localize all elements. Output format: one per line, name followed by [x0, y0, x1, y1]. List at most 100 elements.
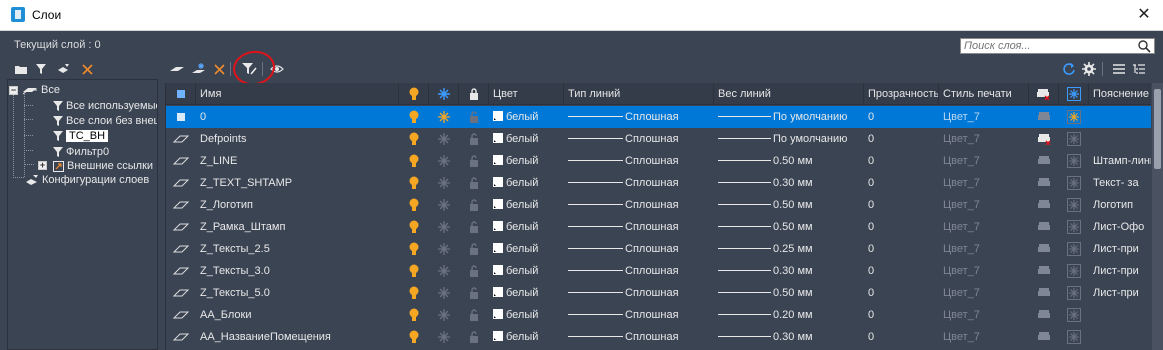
- layer-color[interactable]: белый: [489, 304, 564, 326]
- table-row[interactable]: Z_Рамка_Штамп белый Сплошная 0.50 мм 0 Цвет_7…: [166, 216, 1151, 238]
- new-vp-freeze-icon[interactable]: [1059, 194, 1089, 216]
- new-property-filter-icon[interactable]: [12, 60, 30, 78]
- new-layer-icon[interactable]: [168, 60, 186, 78]
- thaw-sun-icon[interactable]: [429, 260, 459, 282]
- layer-description[interactable]: [1089, 128, 1151, 150]
- layer-name[interactable]: Z_Рамка_Штамп: [196, 216, 399, 238]
- thaw-sun-icon[interactable]: [429, 238, 459, 260]
- layer-name[interactable]: Z_Логотип: [196, 194, 399, 216]
- unlock-icon[interactable]: [459, 172, 489, 194]
- layer-status-icon[interactable]: [166, 216, 196, 238]
- layer-plotstyle[interactable]: Цвет_7: [939, 106, 1029, 128]
- close-icon[interactable]: ✕: [1135, 5, 1153, 25]
- layer-transparency[interactable]: 0: [864, 260, 939, 282]
- new-vp-freeze-icon[interactable]: [1059, 304, 1089, 326]
- new-vp-freeze-icon[interactable]: [1059, 106, 1089, 128]
- column-header-transparency[interactable]: Прозрачность: [864, 83, 939, 105]
- layer-linetype[interactable]: Сплошная: [564, 150, 714, 172]
- layer-lineweight[interactable]: 0.50 мм: [714, 216, 864, 238]
- layer-name[interactable]: Z_Тексты_5.0: [196, 282, 399, 304]
- layer-name[interactable]: Z_LINE: [196, 150, 399, 172]
- bulb-on-icon[interactable]: [399, 150, 429, 172]
- thaw-sun-icon[interactable]: [429, 150, 459, 172]
- layer-status-icon[interactable]: [166, 172, 196, 194]
- table-row[interactable]: Z_TEXT_SHTAMP белый Сплошная 0.30 мм 0 Цвет_7…: [166, 172, 1151, 194]
- column-header-on[interactable]: [399, 83, 429, 105]
- layer-linetype[interactable]: Сплошная: [564, 326, 714, 348]
- column-header-description[interactable]: Пояснение: [1089, 83, 1151, 105]
- plot-printer-icon[interactable]: [1029, 128, 1059, 150]
- layer-lineweight[interactable]: 0.50 мм: [714, 194, 864, 216]
- layer-linetype[interactable]: Сплошная: [564, 282, 714, 304]
- new-vp-freeze-icon[interactable]: [1059, 282, 1089, 304]
- layer-transparency[interactable]: 0: [864, 282, 939, 304]
- plot-printer-icon[interactable]: [1029, 172, 1059, 194]
- bulb-on-icon[interactable]: [399, 172, 429, 194]
- plot-printer-icon[interactable]: [1029, 194, 1059, 216]
- thaw-sun-icon[interactable]: [429, 194, 459, 216]
- table-row[interactable]: Z_Тексты_2.5 белый Сплошная 0.25 мм 0 Цвет_7 Л…: [166, 238, 1151, 260]
- layer-search[interactable]: [960, 38, 1155, 54]
- column-header-name[interactable]: Имя: [196, 83, 399, 105]
- tree-node-all-used[interactable]: Все используемые слои: [53, 99, 157, 113]
- layer-description[interactable]: Лист-Офо: [1089, 216, 1151, 238]
- table-row[interactable]: Z_LINE белый Сплошная 0.50 мм 0 Цвет_7 Штамп-л…: [166, 150, 1151, 172]
- layer-plotstyle[interactable]: Цвет_7: [939, 304, 1029, 326]
- layer-linetype[interactable]: Сплошная: [564, 260, 714, 282]
- layer-plotstyle[interactable]: Цвет_7: [939, 238, 1029, 260]
- layer-transparency[interactable]: 0: [864, 326, 939, 348]
- layer-lineweight[interactable]: 0.30 мм: [714, 172, 864, 194]
- set-current-filter-icon[interactable]: [240, 60, 258, 78]
- new-vp-freeze-icon[interactable]: [1059, 150, 1089, 172]
- layer-color[interactable]: белый: [489, 172, 564, 194]
- tree-view-icon[interactable]: [1130, 60, 1148, 78]
- column-header-color[interactable]: Цвет: [489, 83, 564, 105]
- layer-name[interactable]: Z_TEXT_SHTAMP: [196, 172, 399, 194]
- layer-lineweight[interactable]: 0.50 мм: [714, 282, 864, 304]
- column-header-plotstyle[interactable]: Стиль печати: [939, 83, 1029, 105]
- thaw-sun-icon[interactable]: [429, 128, 459, 150]
- table-row[interactable]: АА_НазваниеПомещения белый Сплошная 0.30 мм…: [166, 326, 1151, 348]
- layer-status-icon[interactable]: [166, 282, 196, 304]
- bulb-on-icon[interactable]: [399, 260, 429, 282]
- bulb-on-icon[interactable]: [399, 238, 429, 260]
- new-vp-freeze-icon[interactable]: [1059, 216, 1089, 238]
- plot-printer-icon[interactable]: [1029, 150, 1059, 172]
- settings-gear-icon[interactable]: [1080, 60, 1098, 78]
- isolate-layer-icon[interactable]: [268, 60, 286, 78]
- plot-printer-icon[interactable]: [1029, 106, 1059, 128]
- layer-description[interactable]: [1089, 304, 1151, 326]
- new-vp-freeze-icon[interactable]: [1059, 326, 1089, 348]
- layer-lineweight[interactable]: 0.30 мм: [714, 326, 864, 348]
- thaw-sun-icon[interactable]: [429, 282, 459, 304]
- bulb-on-icon[interactable]: [399, 304, 429, 326]
- layer-transparency[interactable]: 0: [864, 106, 939, 128]
- layer-status-icon[interactable]: [166, 326, 196, 348]
- layer-status-icon[interactable]: [166, 106, 196, 128]
- unlock-icon[interactable]: [459, 106, 489, 128]
- thaw-sun-icon[interactable]: [429, 172, 459, 194]
- new-layer-vp-frozen-icon[interactable]: [190, 60, 208, 78]
- thaw-sun-icon[interactable]: [429, 304, 459, 326]
- layer-status-icon[interactable]: [166, 304, 196, 326]
- scrollbar-thumb[interactable]: [1154, 89, 1161, 169]
- tree-node-configs[interactable]: Конфигурации слоев: [25, 173, 149, 187]
- layer-plotstyle[interactable]: Цвет_7: [939, 216, 1029, 238]
- plot-printer-icon[interactable]: [1029, 238, 1059, 260]
- layer-transparency[interactable]: 0: [864, 128, 939, 150]
- layer-lineweight[interactable]: По умолчанию: [714, 128, 864, 150]
- layer-plotstyle[interactable]: Цвет_7: [939, 150, 1029, 172]
- layer-linetype[interactable]: Сплошная: [564, 304, 714, 326]
- unlock-icon[interactable]: [459, 150, 489, 172]
- layer-plotstyle[interactable]: Цвет_7: [939, 326, 1029, 348]
- layer-color[interactable]: белый: [489, 106, 564, 128]
- search-icon[interactable]: [1137, 39, 1151, 53]
- vertical-scrollbar[interactable]: [1152, 83, 1163, 350]
- layer-transparency[interactable]: 0: [864, 150, 939, 172]
- table-row[interactable]: АА_Блоки белый Сплошная 0.20 мм 0 Цвет_7: [166, 304, 1151, 326]
- tree-node-all[interactable]: Все: [22, 83, 60, 97]
- layer-color[interactable]: белый: [489, 282, 564, 304]
- layer-description[interactable]: Лист-при: [1089, 282, 1151, 304]
- unlock-icon[interactable]: [459, 260, 489, 282]
- unlock-icon[interactable]: [459, 194, 489, 216]
